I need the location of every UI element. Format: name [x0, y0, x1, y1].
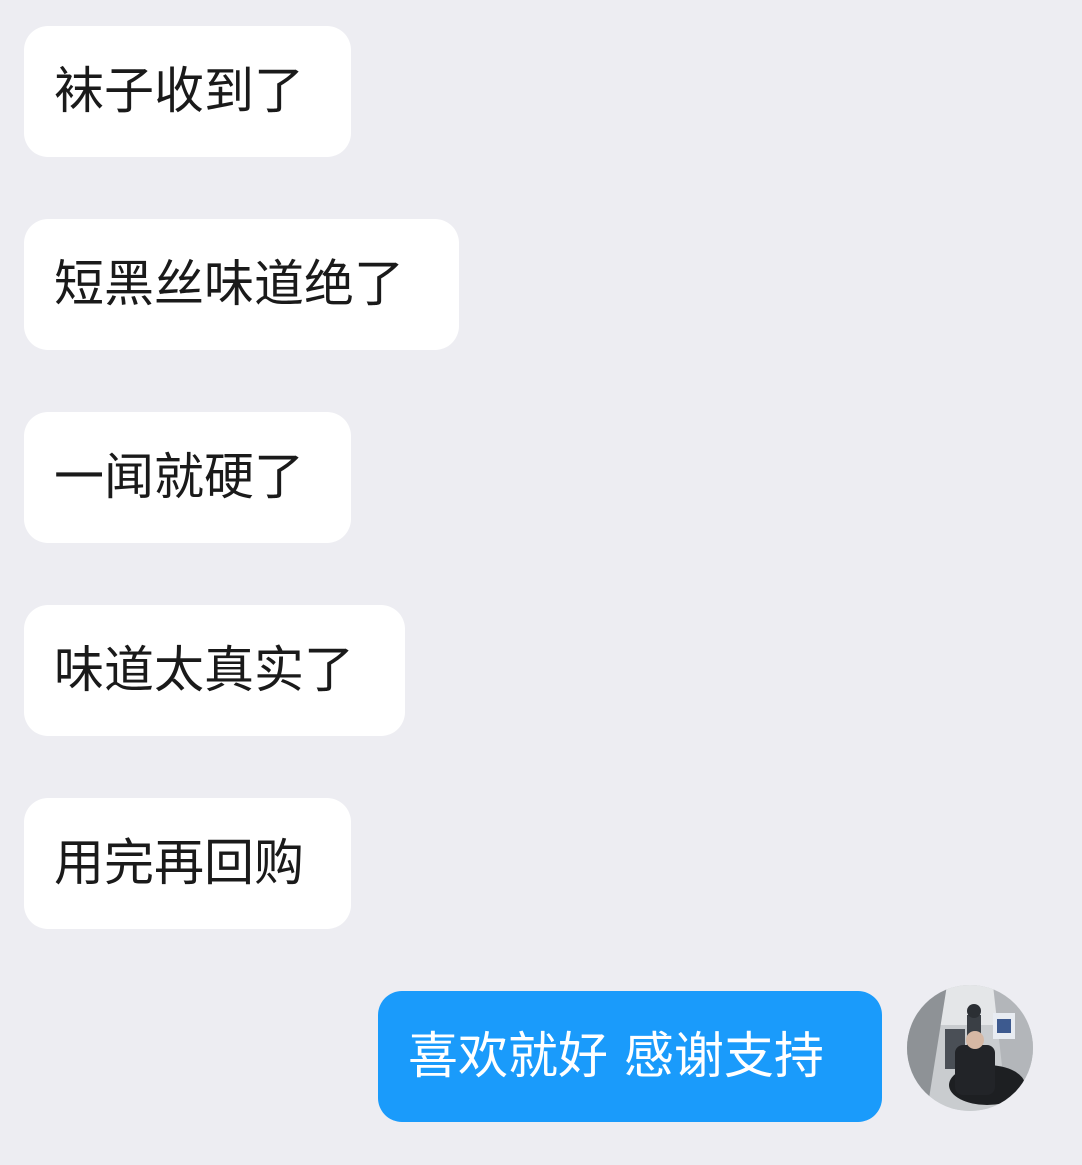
incoming-message-bubble[interactable]: 味道太真实了 — [24, 605, 405, 736]
incoming-message-bubble[interactable]: 袜子收到了 — [24, 26, 351, 157]
user-photo-avatar-icon[interactable] — [907, 985, 1033, 1111]
chat-thread: 袜子收到了 短黑丝味道绝了 一闻就硬了 味道太真实了 用完再回购 喜欢就好 感谢… — [0, 0, 1082, 1165]
incoming-message-bubble[interactable]: 用完再回购 — [24, 798, 351, 929]
incoming-message-bubble[interactable]: 短黑丝味道绝了 — [24, 219, 459, 350]
incoming-message-bubble[interactable]: 一闻就硬了 — [24, 412, 351, 543]
outgoing-message-bubble[interactable]: 喜欢就好 感谢支持 — [378, 991, 882, 1122]
avatar-photo-illustration — [907, 985, 1033, 1111]
